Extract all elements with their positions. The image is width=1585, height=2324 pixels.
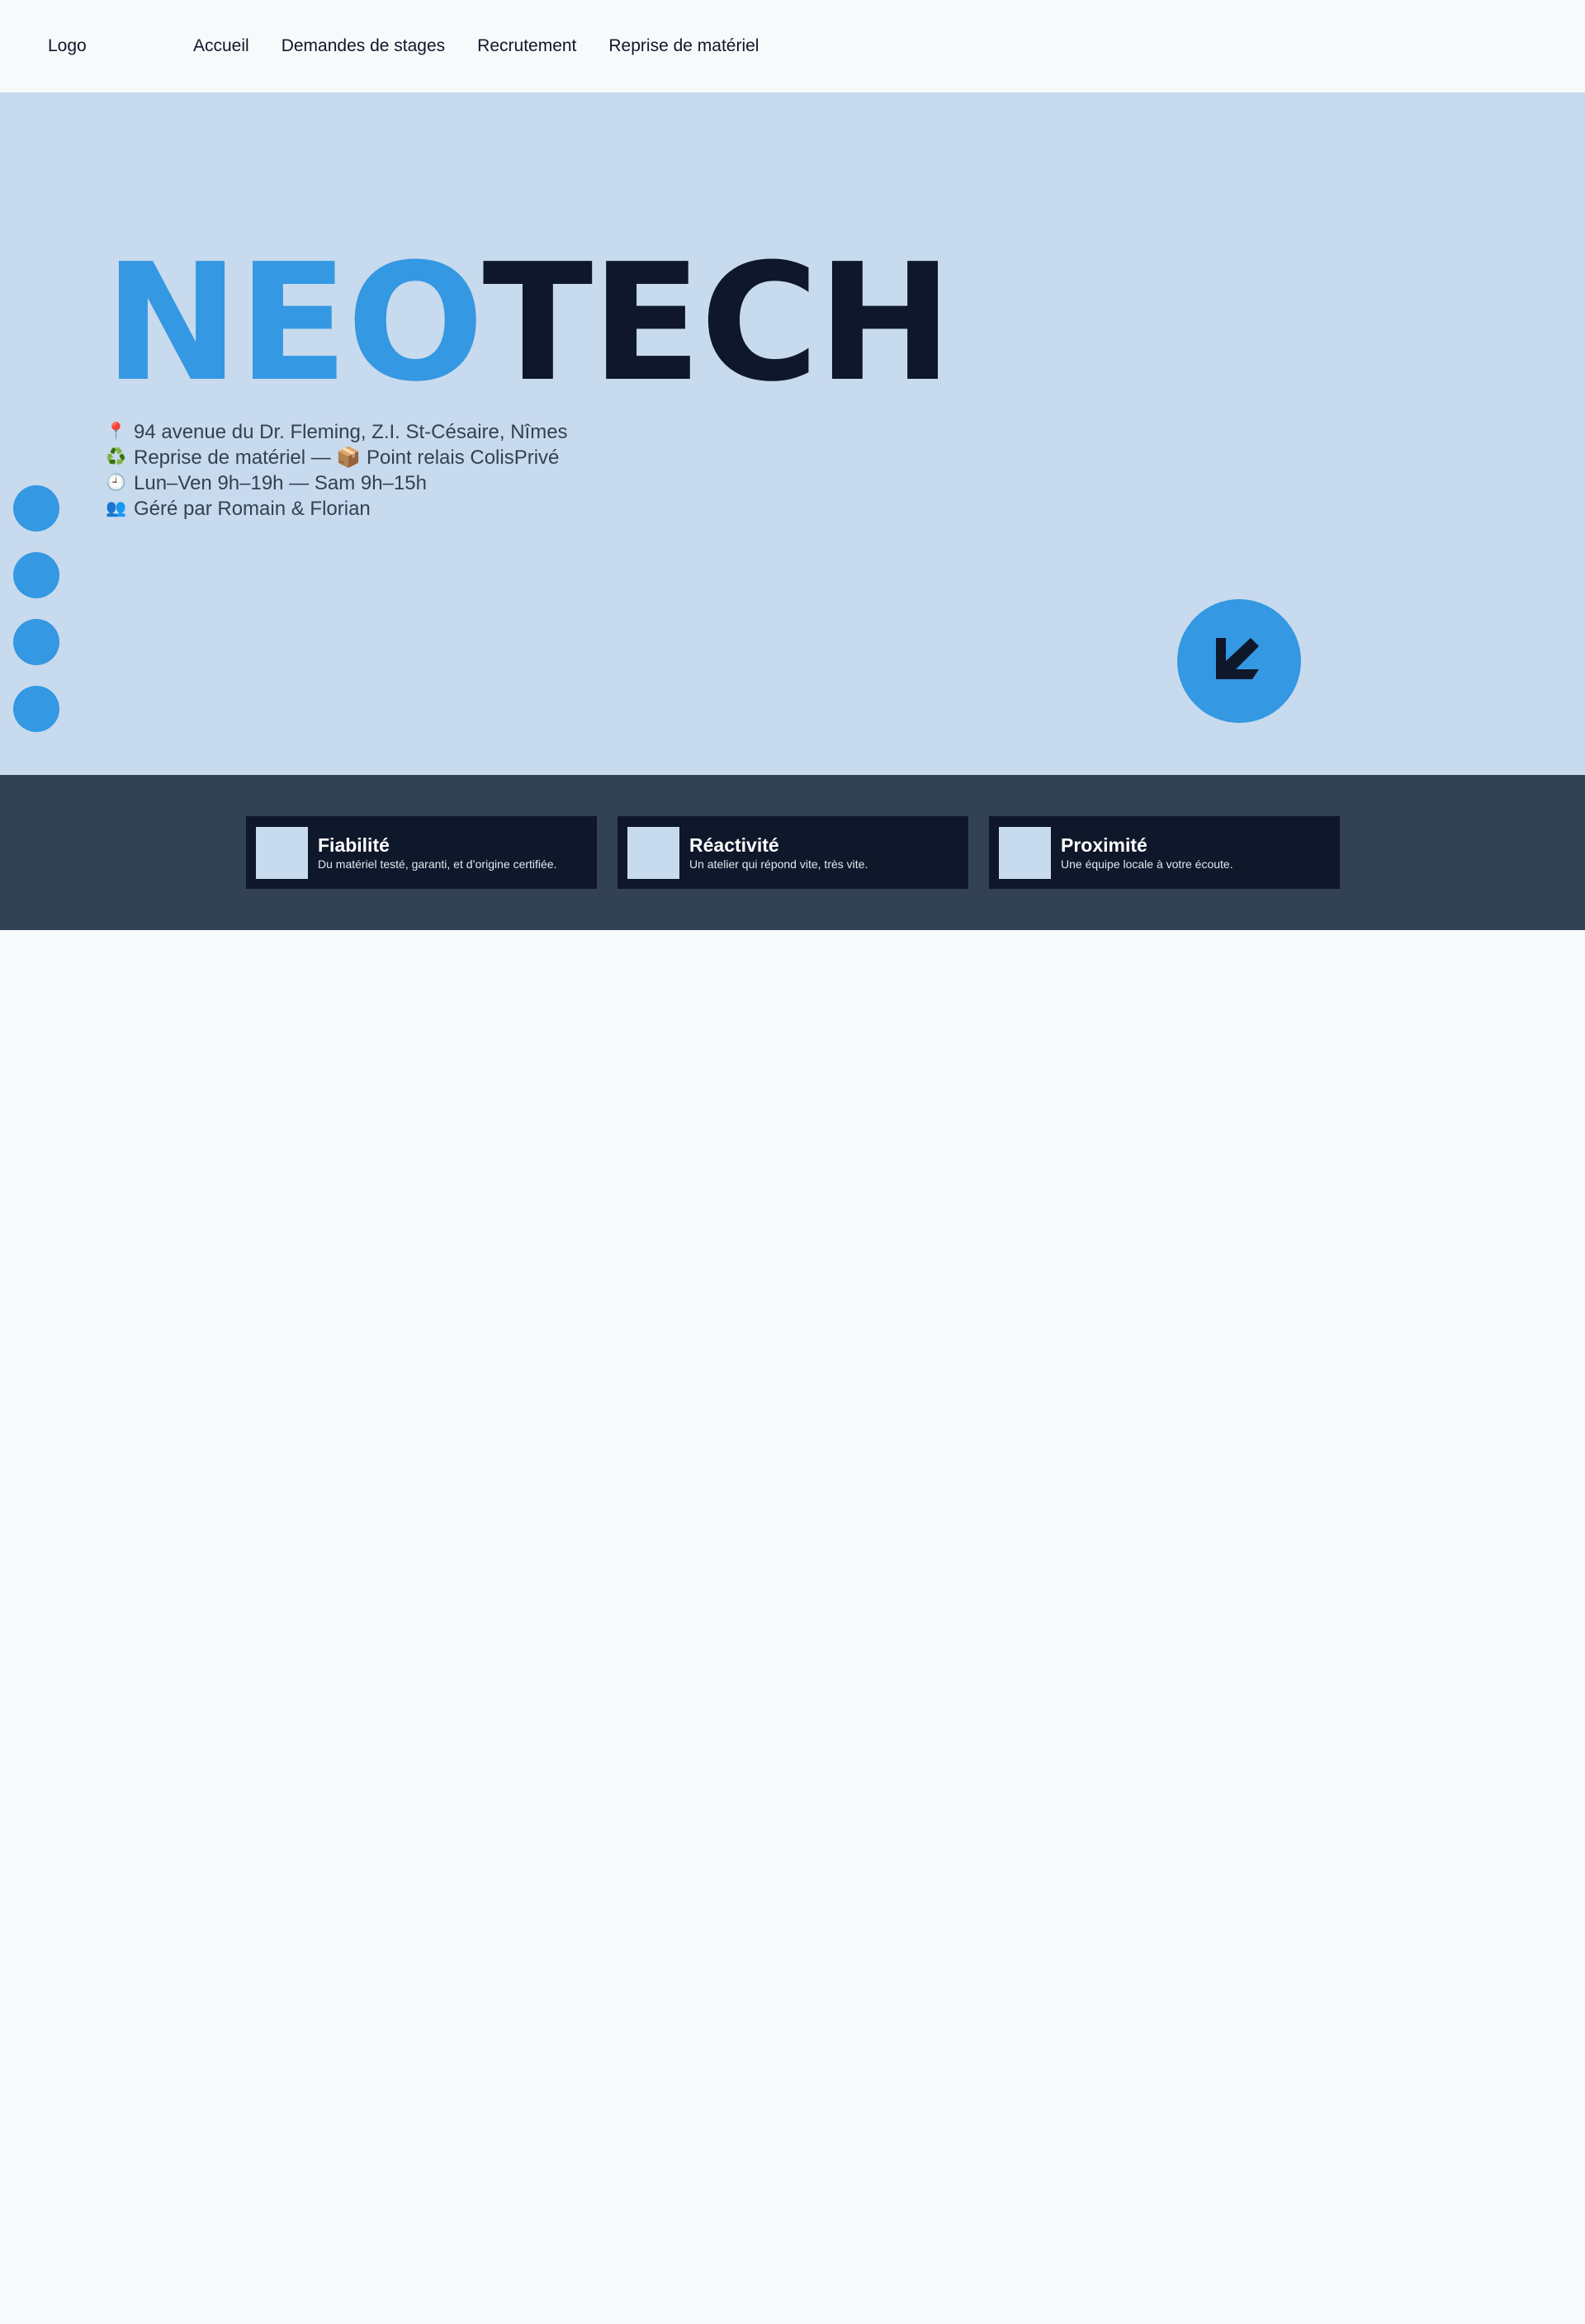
info-hours: 🕘 Lun–Ven 9h–19h — Sam 9h–15h — [106, 470, 568, 496]
feature-title: Fiabilité — [318, 834, 390, 856]
hero-title-tech: TECH — [482, 229, 953, 418]
site-header: Logo Accueil Demandes de stages Recrutem… — [0, 0, 1585, 92]
nav-link-demandes-de-stages[interactable]: Demandes de stages — [282, 33, 445, 59]
side-dot-4[interactable] — [13, 686, 59, 732]
people-icon: 👥 — [106, 499, 126, 517]
info-reprise: ♻️ Reprise de matériel — 📦 Point relais … — [106, 445, 568, 470]
pin-icon: 📍 — [106, 423, 126, 441]
side-dot-3[interactable] — [13, 619, 59, 665]
feature-cards: Fiabilité Du matériel testé, garanti, et… — [246, 816, 1340, 889]
info-managers: 👥 Géré par Romain & Florian — [106, 496, 568, 522]
scroll-down-button[interactable] — [1177, 599, 1301, 723]
info-reprise-text: Reprise de matériel — 📦 Point relais Col… — [134, 446, 560, 469]
feature-description: Du matériel testé, garanti, et d’origine… — [318, 857, 557, 871]
info-managers-text: Géré par Romain & Florian — [134, 498, 371, 520]
info-hours-text: Lun–Ven 9h–19h — Sam 9h–15h — [134, 472, 427, 494]
feature-thumbnail — [256, 826, 308, 879]
side-dot-1[interactable] — [13, 485, 59, 531]
hero-title: NEOTECH — [104, 233, 953, 414]
info-list: 📍 94 avenue du Dr. Fleming, Z.I. St-Césa… — [106, 419, 568, 522]
main-nav: Accueil Demandes de stages Recrutement R… — [193, 33, 759, 59]
feature-card-fiabilite: Fiabilité Du matériel testé, garanti, et… — [246, 816, 597, 889]
hero-section: NEOTECH 📍 94 avenue du Dr. Fleming, Z.I.… — [0, 92, 1585, 775]
arrow-down-left-icon — [1216, 638, 1259, 679]
feature-card-reactivite: Réactivité Un atelier qui répond vite, t… — [617, 816, 968, 889]
feature-description: Un atelier qui répond vite, très vite. — [689, 857, 868, 871]
feature-card-proximite: Proximité Une équipe locale à votre écou… — [989, 816, 1340, 889]
info-address-text: 94 avenue du Dr. Fleming, Z.I. St-Césair… — [134, 421, 568, 443]
feature-title: Proximité — [1061, 834, 1147, 856]
nav-link-reprise-de-materiel[interactable]: Reprise de matériel — [608, 33, 759, 59]
feature-title: Réactivité — [689, 834, 779, 856]
feature-description: Une équipe locale à votre écoute. — [1061, 857, 1233, 871]
hero-title-neo: NEO — [104, 229, 485, 418]
feature-thumbnail — [627, 826, 679, 879]
logo[interactable]: Logo — [48, 33, 87, 59]
feature-thumbnail — [999, 826, 1051, 879]
nav-link-accueil[interactable]: Accueil — [193, 33, 249, 59]
side-dot-2[interactable] — [13, 552, 59, 598]
side-dots — [13, 485, 59, 753]
features-band: Fiabilité Du matériel testé, garanti, et… — [0, 775, 1585, 930]
info-address: 📍 94 avenue du Dr. Fleming, Z.I. St-Césa… — [106, 419, 568, 445]
recycle-icon: ♻️ — [106, 448, 126, 466]
clock-icon: 🕘 — [106, 474, 126, 492]
nav-link-recrutement[interactable]: Recrutement — [477, 33, 576, 59]
